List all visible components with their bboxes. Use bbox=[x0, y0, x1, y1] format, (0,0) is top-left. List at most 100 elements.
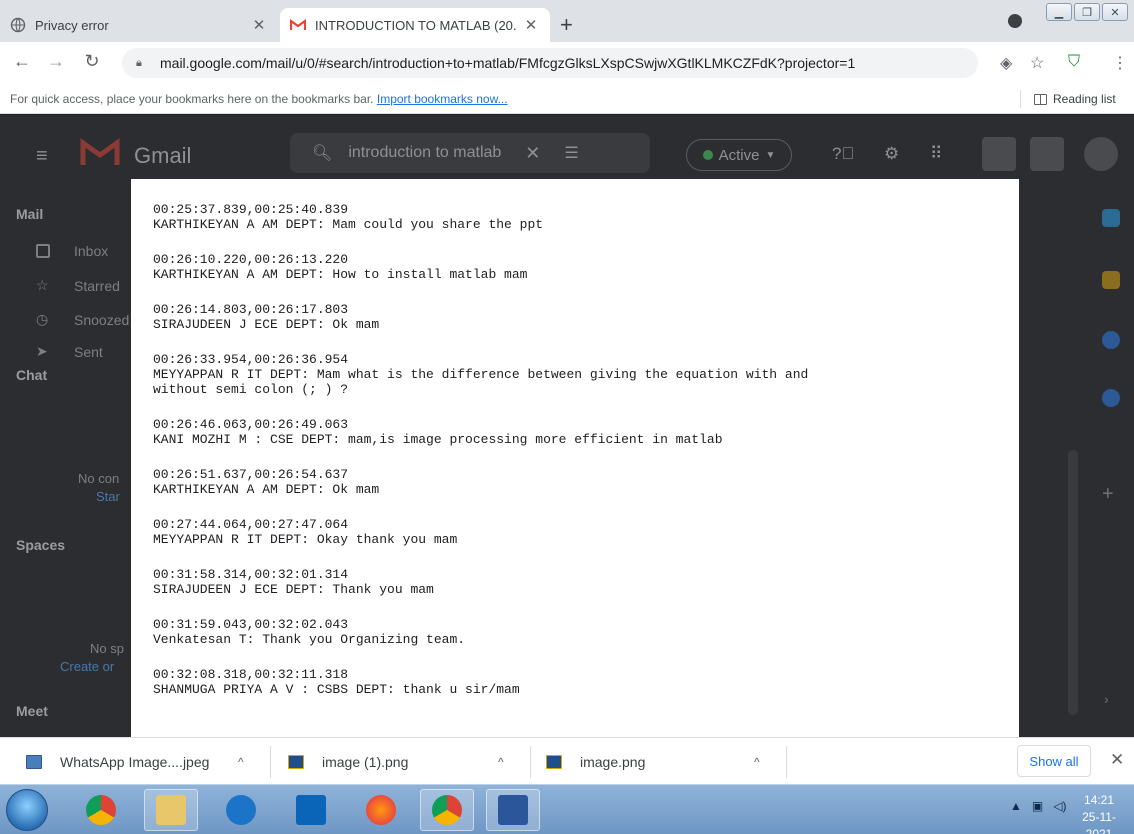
restore-icon[interactable]: ❐ bbox=[1074, 3, 1100, 21]
chrome-icon[interactable] bbox=[74, 789, 128, 831]
chevron-up-icon[interactable]: ^ bbox=[498, 755, 504, 769]
close-download-bar-icon[interactable]: ✕ bbox=[1110, 750, 1124, 770]
inbox-icon bbox=[36, 244, 50, 258]
reading-list-button[interactable]: Reading list bbox=[1034, 92, 1116, 106]
mail-search-bar[interactable]: 🔍︎ introduction to matlab ✕ ☰ bbox=[290, 133, 650, 173]
outlook-icon[interactable] bbox=[284, 789, 338, 831]
transcript-entry: 00:26:33.954,00:26:36.954 MEYYAPPAN R IT … bbox=[153, 352, 1003, 397]
recording-indicator-icon[interactable] bbox=[1008, 14, 1022, 28]
transcript-entry: 00:26:46.063,00:26:49.063 KANI MOZHI M : … bbox=[153, 417, 1003, 447]
transcript-entry: 00:27:44.064,00:27:47.064 MEYYAPPAN R IT … bbox=[153, 517, 1003, 547]
sidebar-section-chat[interactable]: Chat bbox=[16, 367, 47, 383]
forward-arrow-icon[interactable]: → bbox=[44, 51, 68, 72]
tab-title: INTRODUCTION TO MATLAB (20. bbox=[315, 17, 517, 33]
status-toggle[interactable]: Active ▼ bbox=[686, 139, 792, 171]
new-tab-button[interactable]: + bbox=[560, 14, 573, 36]
close-window-icon[interactable]: ✕ bbox=[1102, 3, 1128, 21]
entry-message: KANI MOZHI M : CSE DEPT: mam,is image pr… bbox=[153, 432, 723, 447]
transcript-preview[interactable]: 00:25:37.839,00:25:40.839 KARTHIKEYAN A A… bbox=[131, 179, 1019, 737]
transcript-entry: 00:31:58.314,00:32:01.314 SIRAJUDEEN J EC… bbox=[153, 567, 1003, 597]
chrome-icon[interactable] bbox=[420, 789, 474, 831]
scrollbar[interactable] bbox=[1068, 450, 1078, 715]
internet-explorer-icon[interactable] bbox=[214, 789, 268, 831]
sidebar-item-label: Sent bbox=[74, 343, 103, 360]
show-all-button[interactable]: Show all bbox=[1017, 745, 1091, 777]
tab-privacy-error[interactable]: Privacy error ✕ bbox=[0, 8, 278, 42]
menu-dots-icon[interactable]: ⋮ bbox=[1112, 53, 1128, 73]
clock[interactable]: 14:21 25-11-2021 bbox=[1070, 792, 1128, 834]
network-icon[interactable]: ▣ bbox=[1032, 799, 1043, 813]
lock-icon[interactable]: 🔒︎ bbox=[136, 57, 150, 70]
send-icon: ➤ bbox=[36, 343, 48, 359]
contacts-icon[interactable] bbox=[1102, 389, 1120, 407]
chevron-down-icon: ▼ bbox=[765, 149, 776, 161]
bookmarks-hint: For quick access, place your bookmarks h… bbox=[10, 92, 374, 106]
clock-date: 25-11-2021 bbox=[1082, 810, 1116, 834]
star-icon: ☆ bbox=[36, 277, 49, 293]
sidebar-section-spaces[interactable]: Spaces bbox=[16, 537, 65, 553]
entry-timestamp: 00:32:08.318,00:32:11.318 bbox=[153, 667, 349, 682]
transcript-entry: 00:26:51.637,00:26:54.637 KARTHIKEYAN A A… bbox=[153, 467, 1003, 497]
calendar-icon[interactable] bbox=[1102, 209, 1120, 227]
chevron-right-icon[interactable]: › bbox=[1104, 691, 1109, 707]
chevron-up-icon[interactable]: ^ bbox=[238, 755, 244, 769]
reading-list-icon bbox=[1034, 93, 1047, 105]
sidebar-item-sent[interactable]: ➤ Sent bbox=[36, 343, 103, 360]
search-icon[interactable]: 🔍︎ bbox=[312, 143, 332, 163]
org-logo-icon[interactable] bbox=[982, 137, 1016, 171]
word-icon[interactable] bbox=[486, 789, 540, 831]
windows-start-icon[interactable] bbox=[6, 789, 48, 831]
transcript-entry: 00:26:10.220,00:26:13.220 KARTHIKEYAN A A… bbox=[153, 252, 1003, 282]
reload-icon[interactable]: ↻ bbox=[80, 51, 104, 72]
back-arrow-icon[interactable]: ← bbox=[10, 51, 34, 72]
chevron-up-icon[interactable]: ^ bbox=[754, 755, 760, 769]
search-query[interactable]: introduction to matlab bbox=[348, 144, 501, 162]
download-item[interactable]: image (1).png ^ bbox=[288, 738, 514, 785]
keep-icon[interactable] bbox=[1102, 271, 1120, 289]
browser-tab-strip: Privacy error ✕ INTRODUCTION TO MATLAB (… bbox=[0, 0, 1134, 42]
url-text[interactable]: mail.google.com/mail/u/0/#search/introdu… bbox=[160, 55, 855, 71]
taskbar: ▲ ▣ ◁) 14:21 25-11-2021 bbox=[0, 784, 1134, 834]
file-explorer-icon[interactable] bbox=[144, 789, 198, 831]
sidebar-section-meet[interactable]: Meet bbox=[16, 703, 48, 719]
org-logo-icon[interactable] bbox=[1030, 137, 1064, 171]
firefox-icon[interactable] bbox=[354, 789, 408, 831]
apps-grid-icon[interactable]: ⠿ bbox=[930, 144, 942, 164]
entry-message: MEYYAPPAN R IT DEPT: Okay thank you mam bbox=[153, 532, 458, 547]
entry-timestamp: 00:26:10.220,00:26:13.220 bbox=[153, 252, 349, 267]
download-item[interactable]: image.png ^ bbox=[546, 738, 776, 785]
chevron-up-icon[interactable]: ▲ bbox=[1010, 799, 1022, 813]
entry-timestamp: 00:25:37.839,00:25:40.839 bbox=[153, 202, 349, 217]
volume-icon[interactable]: ◁) bbox=[1053, 799, 1066, 813]
minimize-icon[interactable]: ▁ bbox=[1046, 3, 1072, 21]
divider bbox=[1020, 90, 1021, 108]
sidebar-item-inbox[interactable]: Inbox bbox=[36, 243, 108, 259]
close-tab-icon[interactable]: ✕ bbox=[522, 16, 540, 34]
tasks-icon[interactable] bbox=[1102, 331, 1120, 349]
import-bookmarks-link[interactable]: Import bookmarks now... bbox=[377, 92, 508, 106]
gear-icon[interactable]: ⚙ bbox=[884, 144, 899, 164]
star-bookmark-icon[interactable]: ☆ bbox=[1030, 53, 1044, 73]
start-chat-link[interactable]: Star bbox=[96, 489, 120, 504]
avatar[interactable] bbox=[1084, 137, 1118, 171]
sidebar-section-mail[interactable]: Mail bbox=[16, 206, 43, 222]
clear-search-icon[interactable]: ✕ bbox=[525, 143, 540, 164]
create-space-link[interactable]: Create or bbox=[60, 659, 114, 674]
help-icon[interactable]: ?⃝ bbox=[832, 144, 854, 164]
tab-introduction-to-matlab[interactable]: INTRODUCTION TO MATLAB (20. ✕ bbox=[280, 8, 550, 42]
close-tab-icon[interactable]: ✕ bbox=[250, 16, 268, 34]
entry-timestamp: 00:26:51.637,00:26:54.637 bbox=[153, 467, 349, 482]
reading-list-label: Reading list bbox=[1053, 92, 1116, 106]
add-addon-icon[interactable]: + bbox=[1102, 483, 1114, 506]
sidebar-item-starred[interactable]: ☆ Starred bbox=[36, 277, 120, 294]
download-item[interactable]: WhatsApp Image....jpeg ^ bbox=[26, 738, 262, 785]
gmail-wordmark: Gmail bbox=[134, 143, 192, 168]
entry-timestamp: 00:27:44.064,00:27:47.064 bbox=[153, 517, 349, 532]
main-menu-icon[interactable]: ≡ bbox=[36, 145, 48, 168]
address-bar[interactable]: 🔒︎ mail.google.com/mail/u/0/#search/intr… bbox=[122, 48, 978, 78]
download-bar: WhatsApp Image....jpeg ^ image (1).png ^… bbox=[0, 737, 1134, 784]
sidebar-item-snoozed[interactable]: ◷ Snoozed bbox=[36, 311, 129, 328]
shield-icon[interactable]: ⛉ bbox=[1068, 53, 1080, 71]
search-options-icon[interactable]: ☰ bbox=[564, 143, 578, 163]
extension-icon[interactable]: ◈ bbox=[1000, 53, 1012, 73]
